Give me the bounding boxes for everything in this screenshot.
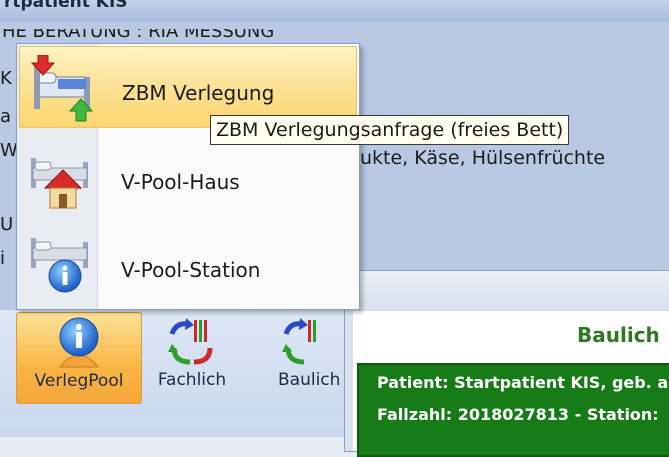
baulich-button[interactable]: Baulich xyxy=(270,312,350,402)
verlegpool-label: VerlegPool xyxy=(34,371,124,391)
menu-item-label: V-Pool-Station xyxy=(121,258,261,282)
menu-tooltip: ZBM Verlegungsanfrage (freies Bett) xyxy=(210,115,570,145)
patient-info-box: Patient: Startpatient KIS, geb. a Fallza… xyxy=(357,363,669,457)
dialog-titlebar xyxy=(345,271,669,311)
transfer-arrows-icon xyxy=(168,318,213,365)
bed-house-icon xyxy=(31,158,88,209)
patient-line: Patient: Startpatient KIS, geb. a xyxy=(377,373,669,392)
window-title: rtpatient KIS xyxy=(4,0,128,12)
background-fragment: K xyxy=(0,68,12,89)
verlegpool-button[interactable]: VerlegPool xyxy=(16,312,142,404)
fachlich-label: Fachlich xyxy=(157,370,227,390)
background-fragment: a xyxy=(0,106,12,127)
fachlich-button[interactable]: Fachlich xyxy=(144,312,240,402)
background-text-line: ukte, Käse, Hülsenfrüchte xyxy=(360,147,606,169)
verlegpool-dropdown-menu: ZBM Verlegung V-Pool-Haus V-Pool-Station xyxy=(16,43,360,310)
menu-item-label: ZBM Verlegung xyxy=(122,81,275,105)
info-person-icon xyxy=(58,317,100,368)
menu-item-v-pool-station[interactable]: V-Pool-Station xyxy=(19,220,355,304)
background-fragment: U xyxy=(0,214,14,235)
dialog-heading: Baulich xyxy=(577,323,660,347)
baulich-label: Baulich xyxy=(278,370,341,390)
dialog-content: Baulich Patient: Startpatient KIS, geb. … xyxy=(353,311,669,457)
menu-item-label: V-Pool-Haus xyxy=(121,170,240,194)
menu-item-v-pool-haus[interactable]: V-Pool-Haus xyxy=(19,136,355,220)
background-fragment: i xyxy=(0,248,6,269)
bed-info-icon xyxy=(31,238,88,293)
case-line: Fallzahl: 2018027813 - Station: xyxy=(377,405,659,424)
transfer-arrows-icon xyxy=(282,318,316,365)
window-titlebar: rtpatient KIS xyxy=(0,0,669,22)
transfer-dialog: Baulich Patient: Startpatient KIS, geb. … xyxy=(344,270,669,457)
bed-transfer-icon xyxy=(30,55,94,122)
